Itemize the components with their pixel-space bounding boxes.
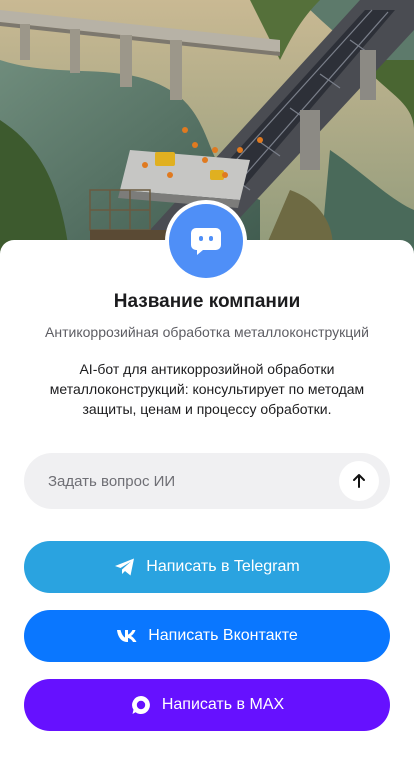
avatar — [165, 200, 247, 282]
arrow-up-icon — [353, 474, 365, 488]
vk-button[interactable]: Написать Вконтакте — [24, 610, 390, 662]
company-description: AI-бот для антикоррозийной обработки мет… — [49, 361, 365, 417]
max-icon — [130, 694, 152, 716]
vk-icon — [116, 625, 138, 647]
telegram-icon — [114, 556, 136, 578]
company-name: Название компании — [113, 291, 301, 312]
company-subtitle: Антикоррозийная обработка металлоконстру… — [45, 324, 369, 340]
ask-ai-input[interactable] — [48, 453, 348, 509]
telegram-button[interactable]: Написать в Telegram — [24, 541, 390, 593]
send-button[interactable] — [339, 461, 379, 501]
vk-button-label: Написать Вконтакте — [148, 627, 298, 644]
avatar-circle — [169, 204, 243, 278]
max-button[interactable]: Написать в MAX — [24, 679, 390, 731]
chat-bot-icon — [191, 228, 221, 255]
telegram-button-label: Написать в Telegram — [146, 558, 300, 575]
max-button-label: Написать в MAX — [161, 696, 285, 713]
ask-ai-field[interactable] — [24, 453, 390, 509]
